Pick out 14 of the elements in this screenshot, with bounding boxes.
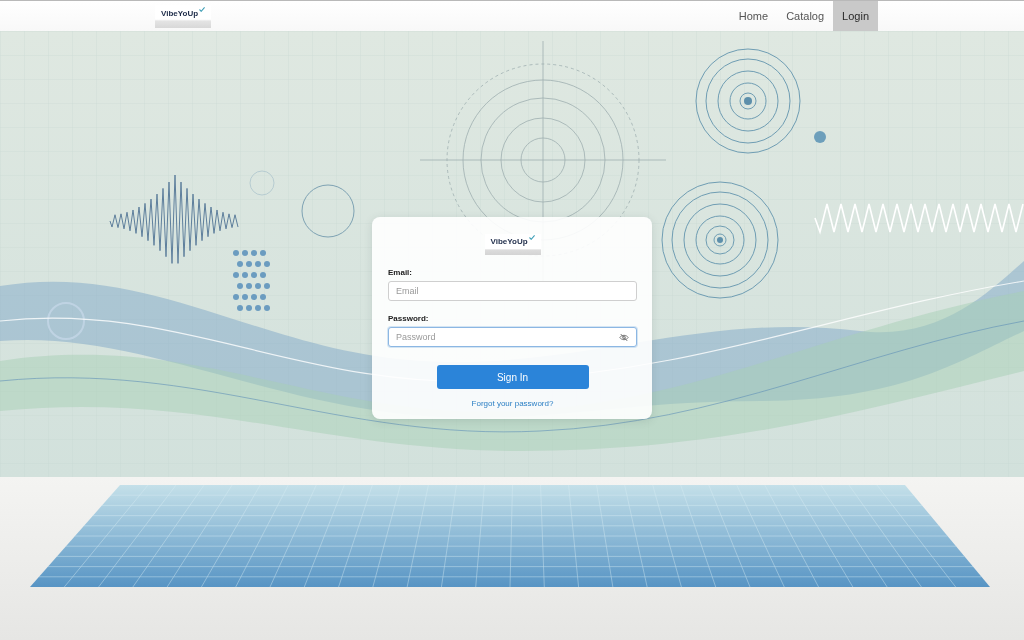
field-label: Email: [388,268,413,278]
check-icon [528,235,535,240]
eye-slash-icon[interactable] [619,333,629,342]
logo-text: VibeYoUp [490,237,528,246]
nav-link[interactable]: Catalog [777,1,834,31]
nav-link[interactable]: Home [729,1,778,31]
password-field[interactable]: Password [388,327,637,347]
input-field[interactable]: Email [388,281,637,301]
check-icon [199,7,206,12]
forgot-password-link[interactable]: Forgot your password? [471,399,554,409]
logo-link[interactable]: VibeYoUp [155,5,211,28]
sign-in-button[interactable]: Sign In [436,365,589,389]
nav-link[interactable]: Login [833,1,878,31]
field-label: Password: [388,314,430,324]
